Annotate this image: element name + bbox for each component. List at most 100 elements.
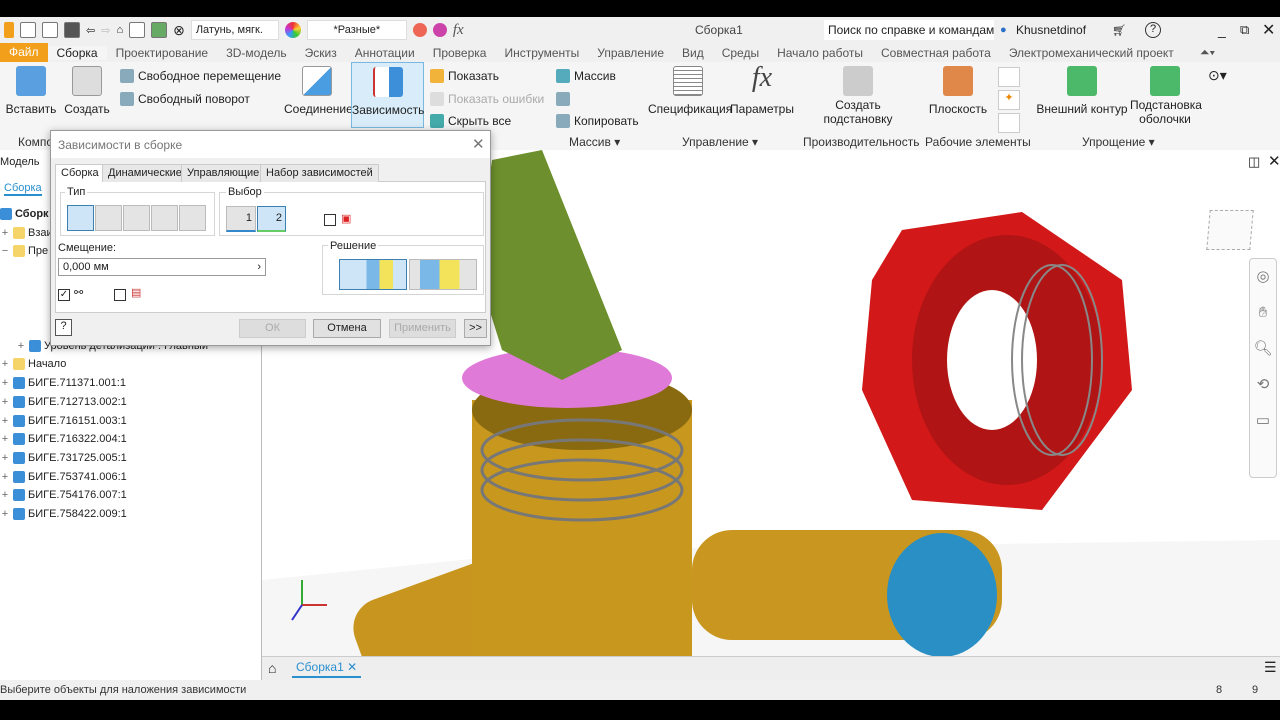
mirror-button[interactable] xyxy=(556,92,570,106)
selection-1-button[interactable]: 1 xyxy=(226,206,256,232)
create-substitute-button[interactable]: Создать подстановку xyxy=(818,62,898,126)
axis-button[interactable] xyxy=(998,67,1020,87)
dialog-tab-constraint-set[interactable]: Набор зависимостей xyxy=(260,164,379,182)
layout-icon[interactable]: ◫ xyxy=(1248,154,1260,170)
angle-type-button[interactable] xyxy=(95,205,122,231)
shrinkwrap-button[interactable]: Внешний контур xyxy=(1036,62,1128,116)
offset-arrow-icon[interactable]: › xyxy=(257,261,261,273)
user-name[interactable]: Khusnetdinof xyxy=(1016,23,1086,37)
zoom-icon[interactable]: 🔍︎ xyxy=(1250,331,1276,367)
tree-item[interactable]: + БИГЕ.716151.003:1 xyxy=(0,412,127,430)
tab-electromechanical[interactable]: Электромеханический проект xyxy=(1000,46,1183,60)
cancel-button[interactable]: Отмена xyxy=(313,319,381,338)
ucs-button[interactable] xyxy=(998,113,1020,133)
home-icon[interactable]: ⌂ xyxy=(116,24,123,36)
close-tab-icon[interactable]: ✕ xyxy=(347,660,357,674)
doc-tab-assembly1[interactable]: Сборка1 ✕ xyxy=(292,660,362,678)
tree-item[interactable]: + БИГЕ.753741.006:1 xyxy=(0,468,127,486)
group-simplify[interactable]: Упрощение ▾ xyxy=(1082,135,1155,149)
constraint-button[interactable]: Зависимость xyxy=(351,62,424,128)
tab-get-started[interactable]: Начало работы xyxy=(768,46,872,60)
dialog-close-icon[interactable]: ✕ xyxy=(472,135,485,153)
shell-substitute-button[interactable]: Подстановка оболочки xyxy=(1130,62,1202,126)
tab-sketch[interactable]: Эскиз xyxy=(296,46,346,60)
tab-collaborate[interactable]: Совместная работа xyxy=(872,46,1000,60)
apply-button[interactable]: Применить xyxy=(389,319,456,338)
offset-input[interactable]: 0,000 мм › xyxy=(58,258,266,276)
more-button[interactable]: >> xyxy=(464,319,487,338)
tab-manage[interactable]: Управление xyxy=(588,46,673,60)
help-button[interactable]: ? xyxy=(55,319,72,336)
copy-button[interactable]: Копировать xyxy=(556,114,639,128)
mate-solution-button[interactable] xyxy=(339,259,407,290)
show-preview-checkbox[interactable]: ✓ xyxy=(58,289,70,301)
adjust-icon[interactable] xyxy=(412,23,427,37)
hide-all-button[interactable]: Скрыть все xyxy=(430,114,511,128)
symmetry-type-button[interactable] xyxy=(179,205,206,231)
insert-type-button[interactable] xyxy=(151,205,178,231)
new-icon[interactable] xyxy=(20,22,36,38)
browser-tab-assembly[interactable]: Сборка xyxy=(4,182,42,196)
steering-wheel-icon[interactable]: ◎ xyxy=(1250,259,1276,295)
tab-annotate[interactable]: Аннотации xyxy=(346,46,424,60)
create-button[interactable]: Создать xyxy=(62,62,112,116)
close-viewport-icon[interactable]: ✕ xyxy=(1268,152,1280,170)
dialog-tab-transitional[interactable]: Управляющие xyxy=(181,164,266,182)
restore-button[interactable]: ⧉ xyxy=(1240,22,1249,38)
point-button[interactable]: ✦ xyxy=(998,90,1020,110)
redo-icon[interactable]: ⇨ xyxy=(101,24,110,37)
predict-offset-checkbox[interactable] xyxy=(114,289,126,301)
plane-button[interactable]: Плоскость xyxy=(926,62,990,116)
undo-icon[interactable]: ⇦ xyxy=(86,24,95,37)
tab-assembly[interactable]: Сборка xyxy=(47,45,107,60)
ribbon-more-icon[interactable]: ⊙▾ xyxy=(1208,67,1227,84)
tree-item[interactable]: + Взаи xyxy=(0,224,53,242)
fx-icon[interactable]: fx xyxy=(453,22,464,39)
ok-button[interactable]: ОК xyxy=(239,319,306,338)
tree-item[interactable]: + БИГЕ.712713.002:1 xyxy=(0,393,127,411)
insert-button[interactable]: Вставить xyxy=(4,62,58,116)
tree-item[interactable]: + БИГЕ.758422.009:1 xyxy=(0,505,127,523)
selection-2-button[interactable]: 2 xyxy=(257,206,286,232)
select-icon[interactable] xyxy=(151,22,168,38)
browser-tab-model[interactable]: Модель xyxy=(0,156,39,168)
clear-icon[interactable] xyxy=(432,23,447,37)
material-select[interactable]: Латунь, мягк. xyxy=(190,20,279,40)
orbit-icon[interactable]: ⟲ xyxy=(1250,367,1276,403)
update-icon[interactable] xyxy=(129,22,146,38)
tree-item[interactable]: + БИГЕ.716322.004:1 xyxy=(0,430,127,448)
show-button[interactable]: Показать xyxy=(430,69,499,83)
dialog-tab-assembly[interactable]: Сборка xyxy=(55,164,105,182)
tab-environments[interactable]: Среды xyxy=(713,46,768,60)
joint-button[interactable]: Соединение xyxy=(284,62,353,116)
mate-type-button[interactable] xyxy=(67,205,94,231)
tab-inspect[interactable]: Проверка xyxy=(424,46,496,60)
pan-icon[interactable]: ✋︎ xyxy=(1250,295,1276,331)
appearance-select[interactable]: *Разные* xyxy=(306,20,407,40)
tree-item[interactable]: + Начало xyxy=(0,355,66,373)
dialog-tab-motion[interactable]: Динамические xyxy=(102,164,188,182)
tab-design[interactable]: Проектирование xyxy=(107,46,218,60)
close-button[interactable]: ✕ xyxy=(1262,20,1275,40)
group-pattern[interactable]: Массив ▾ xyxy=(569,135,620,149)
minimize-button[interactable]: _ xyxy=(1218,22,1226,38)
look-at-icon[interactable]: ▭ xyxy=(1250,403,1276,439)
tab-view[interactable]: Вид xyxy=(673,46,713,60)
parameters-button[interactable]: fx Параметры xyxy=(730,62,794,116)
save-icon[interactable] xyxy=(64,22,80,38)
free-rotate-button[interactable]: Свободный поворот xyxy=(120,92,250,106)
tangent-type-button[interactable] xyxy=(123,205,150,231)
search-input[interactable]: Поиск по справке и командам. xyxy=(824,20,994,40)
menu-icon[interactable]: ☰ xyxy=(1264,659,1277,676)
tree-item[interactable]: + БИГЕ.731725.005:1 xyxy=(0,449,127,467)
pattern-button[interactable]: Массив xyxy=(556,69,616,83)
tree-root[interactable]: Сборк xyxy=(0,205,49,223)
bom-button[interactable]: Спецификация xyxy=(648,62,732,116)
tree-item[interactable]: + БИГЕ.711371.001:1 xyxy=(0,374,126,392)
tab-file[interactable]: Файл xyxy=(0,43,48,62)
viewcube[interactable] xyxy=(1206,210,1254,250)
tree-item[interactable]: + БИГЕ.754176.007:1 xyxy=(0,486,127,504)
free-move-button[interactable]: Свободное перемещение xyxy=(120,69,281,83)
group-manage[interactable]: Управление ▾ xyxy=(682,135,758,149)
cart-icon[interactable]: 🛒︎ xyxy=(1112,24,1126,37)
